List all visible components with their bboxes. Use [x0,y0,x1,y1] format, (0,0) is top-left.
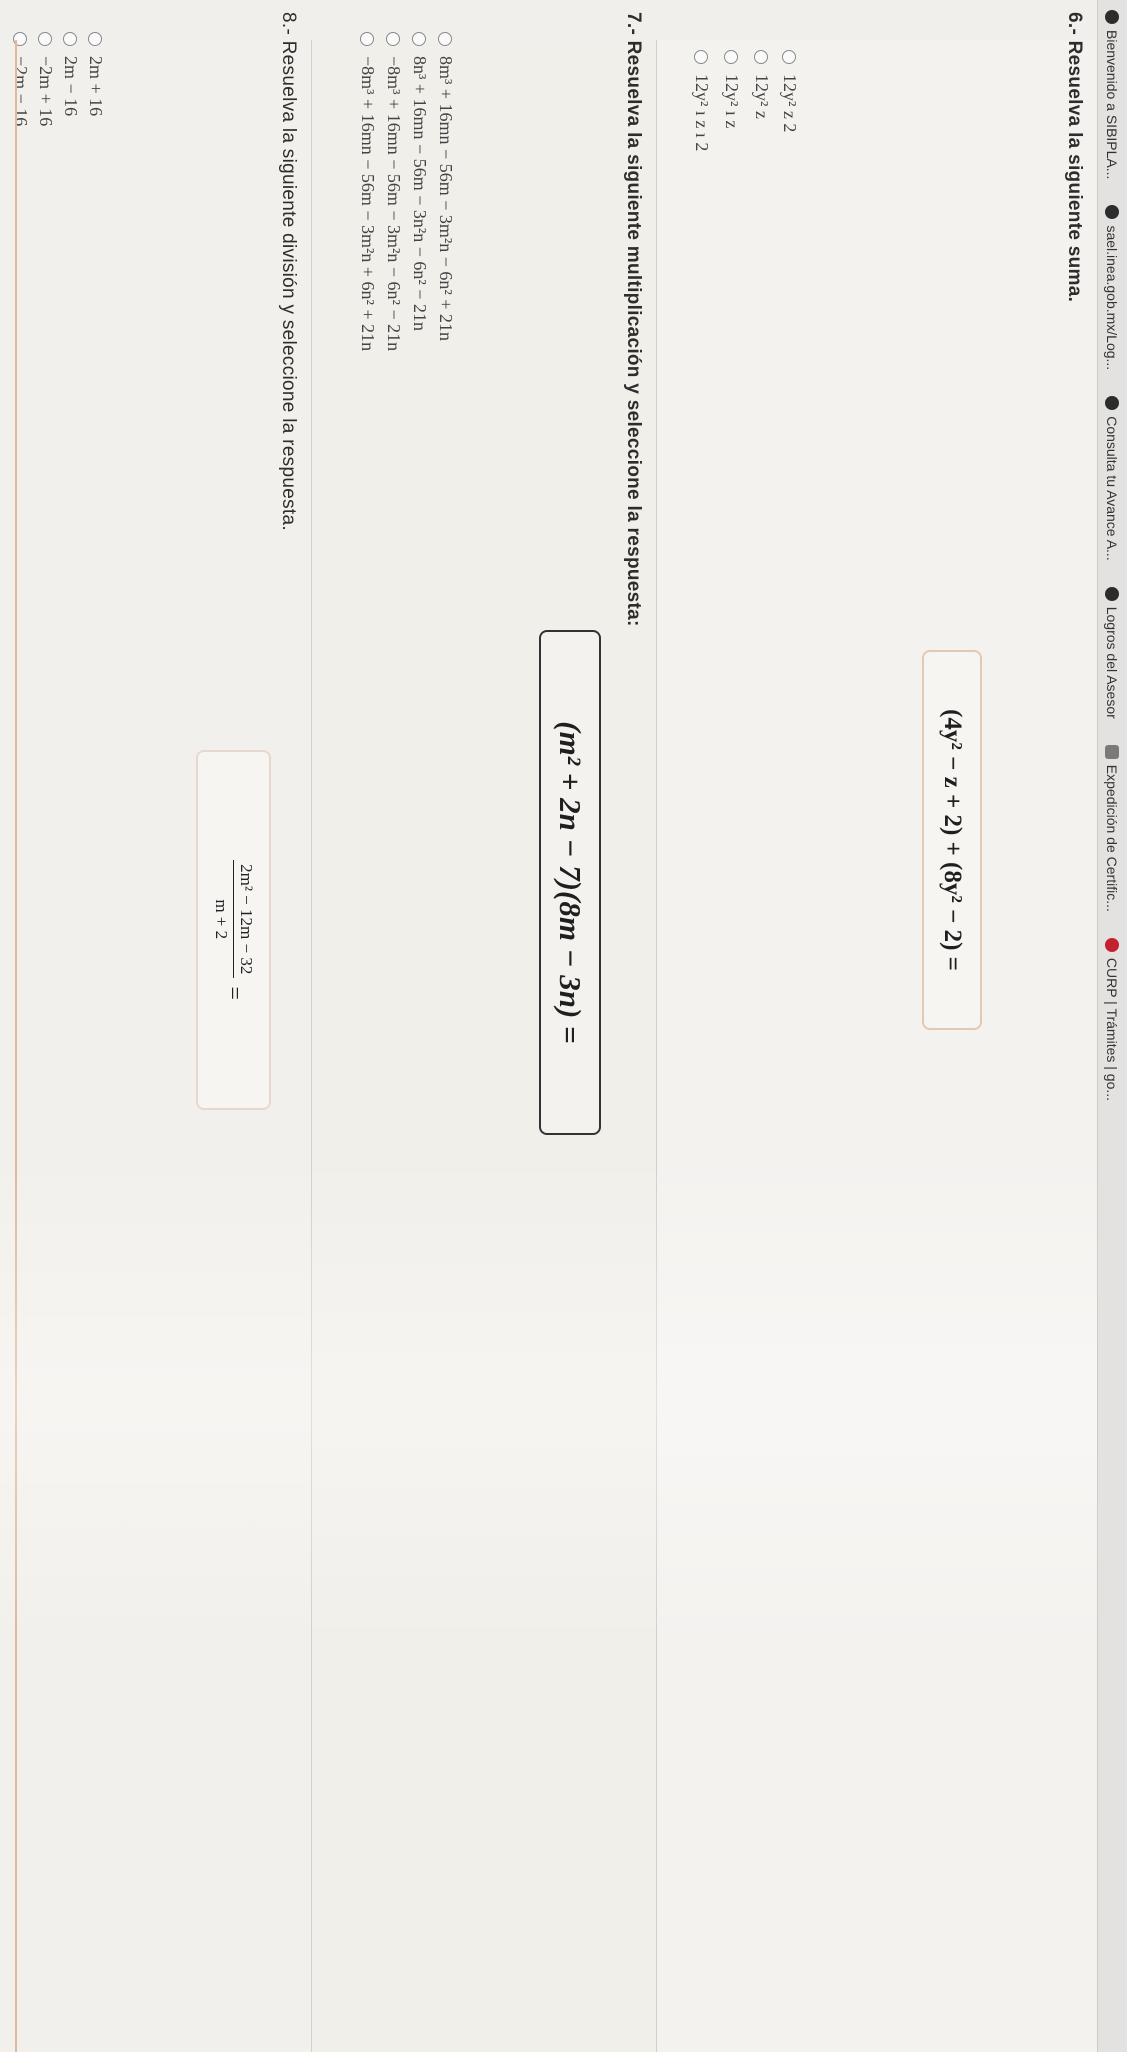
radio-button[interactable] [782,50,797,64]
fraction-denominator: m + 2 [212,899,231,940]
radio-button[interactable] [724,50,739,64]
question-6-title: 6.- Resuelva la siguiente suma. [1064,12,1085,303]
radio-button[interactable] [63,32,78,46]
question-8-option-2[interactable]: 2m − 16 [60,32,81,116]
question-8-option-3[interactable]: −2m + 16 [35,32,56,126]
question-8-option-4[interactable]: −2m − 16 [10,32,31,126]
question-6-panel: 6.- Resuelva la siguiente suma. (4y² − z… [657,12,1097,2052]
option-label: 2m − 16 [61,56,81,117]
radio-button[interactable] [38,32,53,46]
bookmark-label: Consulta tu Avance A... [1104,416,1121,561]
question-8-fraction: 2m² − 12m − 32 m + 2 [211,860,256,979]
question-7-option-3[interactable]: −8m³ + 16mn − 56m − 3m²n − 6n² − 21n [383,32,404,351]
question-8-expression-box: 2m² − 12m − 32 m + 2 = [196,750,271,1110]
radio-button[interactable] [694,50,709,64]
question-7-title: 7.- Resuelva la siguiente multiplicación… [623,12,644,627]
question-8-title: 8.- Resuelva la siguiente división y sel… [278,12,299,531]
bookmark-label: Logros del Asesor [1104,606,1121,719]
screen-content: Bienvenido a SIBIPLA... sael.inea.gob.mx… [0,0,1127,2052]
bookmark-sael-login[interactable]: sael.inea.gob.mx/Log... [1105,205,1121,370]
question-7-panel: 7.- Resuelva la siguiente multiplicación… [312,12,657,2052]
gob-icon [1105,937,1120,952]
bookmarks-bar: Bienvenido a SIBIPLA... sael.inea.gob.mx… [1097,0,1127,2052]
radio-button[interactable] [386,32,401,46]
bookmark-label: sael.inea.gob.mx/Log... [1104,225,1121,371]
question-6-option-2[interactable]: 12y² z [751,50,772,119]
bookmark-label: Expedición de Certific... [1104,764,1121,912]
bookmark-sibipla[interactable]: Bienvenido a SIBIPLA... [1105,10,1121,179]
option-label: 12y² z [752,74,772,119]
certificate-icon [1105,744,1120,759]
radio-button[interactable] [754,50,769,64]
question-6-option-1[interactable]: 12y² z 2 [779,50,800,132]
bookmark-curp-tramites[interactable]: CURP | Trámites | go... [1104,937,1121,1102]
radio-button[interactable] [360,32,375,46]
inea-icon [1105,396,1120,411]
option-label: −8m³ + 16mn − 56m − 3m²n + 6n² + 21n [358,56,378,352]
inea-icon [1105,205,1120,220]
option-label: 12y² ı z ı 2 [692,74,712,152]
bookmark-consulta-avance[interactable]: Consulta tu Avance A... [1105,396,1121,561]
option-label: 8n³ + 16mn − 56m − 3n²n − 6n² − 21n [410,56,430,331]
equals-sign: = [221,986,247,1000]
question-8-option-1[interactable]: 2m + 16 [85,32,106,116]
option-label: 12y² z 2 [780,74,800,133]
page-edge-divider [15,40,17,2052]
bookmark-label: Bienvenido a SIBIPLA... [1104,30,1121,180]
question-7-expression-box: (m² + 2n − 7)(8m − 3n) = [539,630,601,1135]
question-6-expression: (4y² − z + 2) + (8y² − 2) = [939,709,966,971]
option-label: −2m − 16 [11,56,31,127]
question-6-option-3[interactable]: 12y² ı z [721,50,742,128]
question-8-panel: 8.- Resuelva la siguiente división y sel… [0,12,312,2052]
bookmark-expedicion-certificados[interactable]: Expedición de Certific... [1104,744,1121,912]
option-label: −2m + 16 [36,56,56,127]
question-7-expression: (m² + 2n − 7)(8m − 3n) = [553,721,588,1044]
option-label: 12y² ı z [722,74,742,129]
bookmark-label: CURP | Trámites | go... [1104,957,1121,1102]
bookmark-logros-asesor[interactable]: Logros del Asesor [1104,586,1121,719]
option-label: 2m + 16 [86,56,106,117]
question-7-option-4[interactable]: −8m³ + 16mn − 56m − 3m²n + 6n² + 21n [357,32,378,351]
option-label: −8m³ + 16mn − 56m − 3m²n − 6n² − 21n [384,56,404,352]
fraction-numerator: 2m² − 12m − 32 [233,860,256,979]
sibipla-icon [1105,10,1120,24]
inea-icon [1105,586,1120,601]
radio-button[interactable] [438,32,453,46]
radio-button[interactable] [88,32,103,46]
question-6-expression-box: (4y² − z + 2) + (8y² − 2) = [922,650,982,1030]
radio-button[interactable] [412,32,427,46]
question-7-option-1[interactable]: 8m³ + 16mn − 56m − 3m²n − 6n² + 21n [435,32,456,341]
question-6-option-4[interactable]: 12y² ı z ı 2 [691,50,712,151]
option-label: 8m³ + 16mn − 56m − 3m²n − 6n² + 21n [436,56,456,341]
question-7-option-2[interactable]: 8n³ + 16mn − 56m − 3n²n − 6n² − 21n [409,32,430,331]
